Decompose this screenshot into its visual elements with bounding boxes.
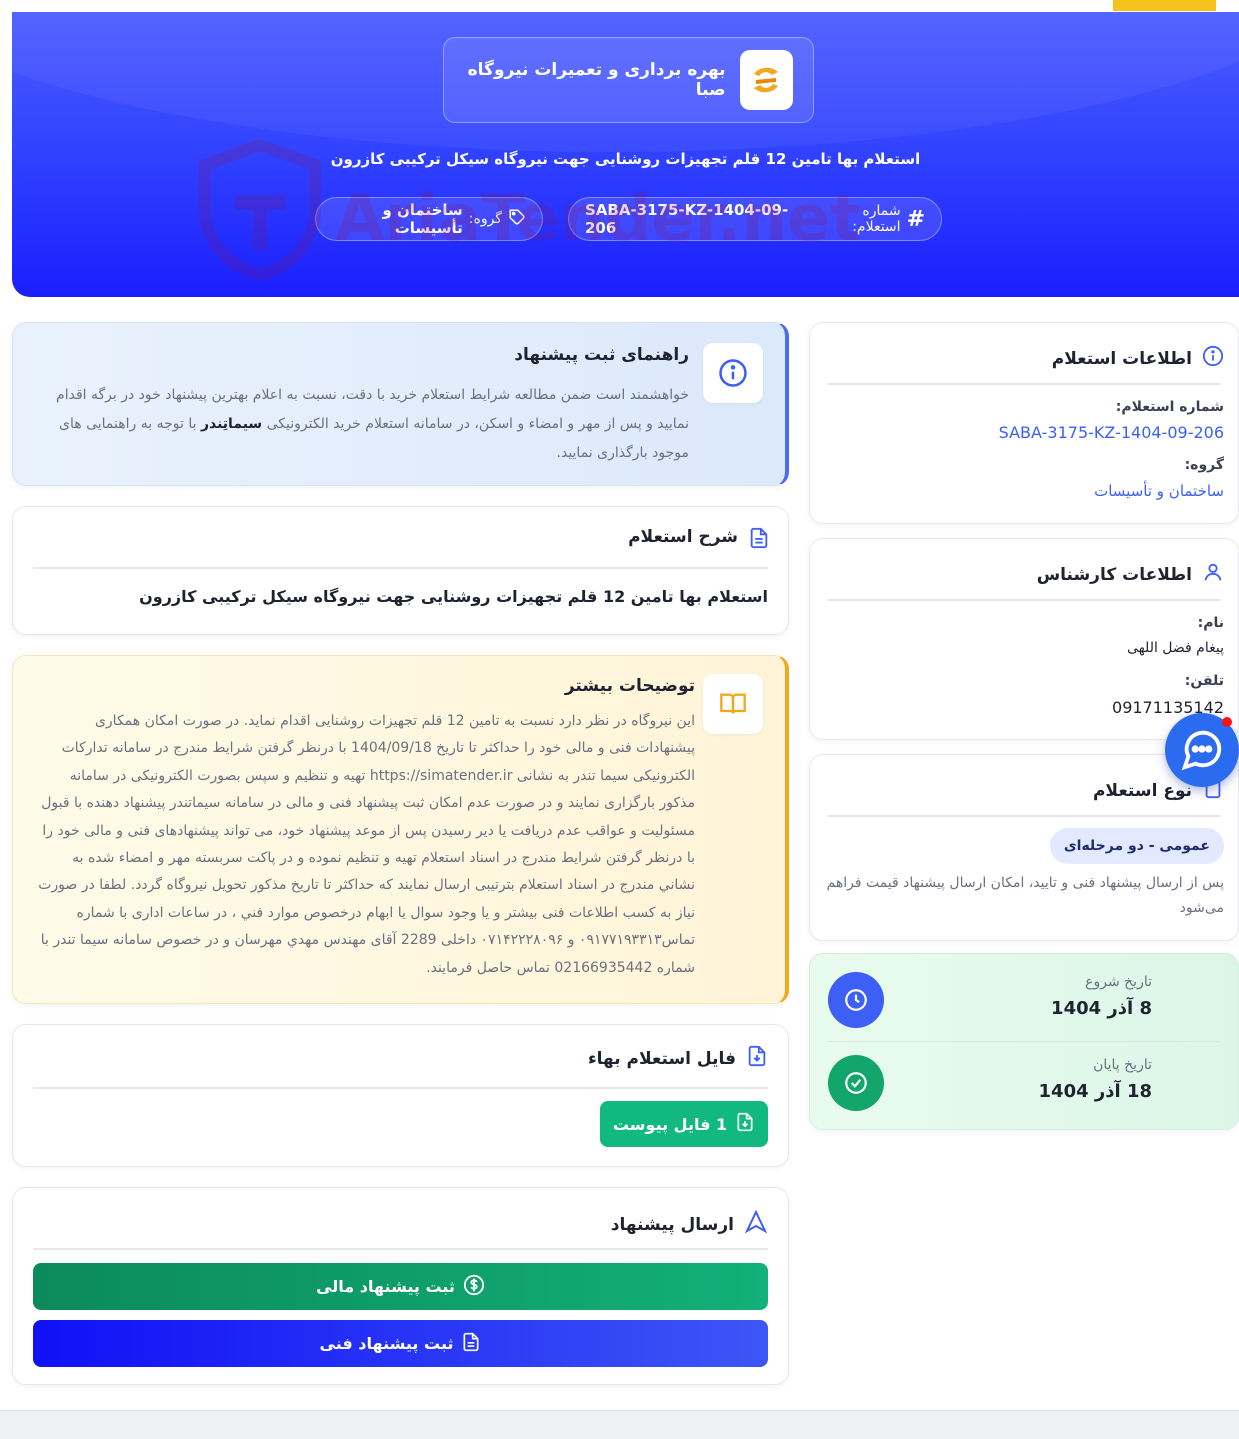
send-title: ارسال پیشنهاد [611, 1209, 768, 1239]
brand-name: سیماتِندر [200, 416, 263, 432]
group-pill: گروه: ساختمان و تأسیسات [315, 197, 543, 241]
top-accent-bar [1113, 0, 1216, 11]
more-title: توضیحات بیشتر [564, 676, 695, 696]
group-label: گروه: [468, 211, 502, 227]
description-card: شرح استعلام استعلام بها تامین 12 قلم تجه… [12, 506, 789, 635]
footer-bar [0, 1410, 1239, 1439]
inquiry-info-card: اطلاعات استعلام شماره استعلام: SABA-3175… [809, 322, 1239, 524]
send-icon [744, 1209, 768, 1239]
end-date-value: 18 آذر 1404 [1038, 1081, 1152, 1102]
file-icon [735, 1112, 755, 1136]
start-date-row: تاریخ شروع 8 آذر 1404 [828, 972, 1220, 1042]
attachment-button[interactable]: 1 فایل پیوست [600, 1101, 768, 1147]
inquiry-number-label: شماره استعلام: [852, 203, 901, 235]
start-date-value: 8 آذر 1404 [1051, 998, 1152, 1019]
expert-name-label: نام: [1197, 615, 1224, 631]
more-details-card: توضیحات بیشتر این نیروگاه در نظر دارد نس… [12, 655, 789, 1004]
technical-offer-button[interactable]: ثبت پیشنهاد فنی [33, 1320, 768, 1367]
company-name: بهره برداری و تعمیرات نیروگاه صبا [467, 60, 726, 100]
chat-notification-dot [1222, 717, 1232, 727]
info-title: اطلاعات استعلام [1052, 345, 1224, 372]
group-value: ساختمان و تأسیسات [382, 201, 463, 237]
book-icon [703, 674, 763, 734]
info-icon [703, 343, 763, 403]
guide-title: راهنمای ثبت پیشنهاد [514, 345, 689, 365]
info-group-value[interactable]: ساختمان و تأسیسات [1094, 482, 1224, 500]
inquiry-number-value: SABA-3175-KZ-1404-09-206 [585, 201, 789, 237]
tag-icon [508, 208, 526, 230]
inquiry-type-card: نوع استعلام عمومی - دو مرحله‌ای پس از ار… [809, 754, 1239, 941]
expert-title: اطلاعات کارشناس [1037, 561, 1224, 588]
file-download-icon [746, 1045, 768, 1072]
financial-offer-button[interactable]: ثبت پیشنهاد مالی [33, 1263, 768, 1310]
expert-phone-label: تلفن: [1184, 673, 1224, 689]
dates-card: تاریخ شروع 8 آذر 1404 تاریخ پایان 18 آذر… [809, 953, 1239, 1130]
company-card[interactable]: بهره برداری و تعمیرات نیروگاه صبا [443, 37, 814, 123]
info-number-label: شماره استعلام: [1115, 399, 1224, 415]
dollar-icon [463, 1274, 485, 1300]
page-title: استعلام بها تامین 12 قلم تجهیزات روشنایی… [330, 150, 921, 168]
expert-name-value: پیغام فضل اللهی [1126, 640, 1224, 656]
guide-text: خواهشمند است ضمن مطالعه شرایط استعلام خر… [56, 387, 689, 461]
hero-banner: بهره برداری و تعمیرات نیروگاه صبا استعلا… [12, 12, 1239, 297]
company-logo [739, 50, 793, 110]
check-circle-icon [828, 1055, 884, 1111]
end-date-row: تاریخ پایان 18 آذر 1404 [828, 1055, 1220, 1125]
end-date-label: تاریخ پایان [1093, 1057, 1152, 1073]
more-text: این نیروگاه در نظر دارد نسبت به تامین 12… [38, 713, 695, 976]
start-date-label: تاریخ شروع [1085, 974, 1152, 990]
info-icon [1202, 345, 1224, 372]
info-number-value[interactable]: SABA-3175-KZ-1404-09-206 [999, 423, 1224, 442]
file-title: فایل استعلام بهاء [588, 1045, 768, 1072]
inquiry-type-note: پس از ارسال پیشنهاد فنی و تایید، امکان ا… [826, 875, 1225, 916]
hash-icon: # [906, 206, 925, 232]
expert-info-card: اطلاعات کارشناس نام: پیغام فضل اللهی تلف… [809, 538, 1239, 740]
file-card: فایل استعلام بهاء 1 فایل پیوست [12, 1024, 789, 1167]
description-title: شرح استعلام [628, 527, 768, 549]
user-icon [1202, 561, 1224, 588]
inquiry-type-badge: عمومی - دو مرحله‌ای [1049, 828, 1224, 864]
document-icon [748, 527, 770, 554]
send-offer-card: ارسال پیشنهاد ثبت پیشنهاد مالی ثبت پیشنه… [12, 1187, 789, 1385]
info-group-label: گروه: [1184, 457, 1224, 473]
inquiry-number-pill: # شماره استعلام: SABA-3175-KZ-1404-09-20… [568, 197, 942, 241]
document-icon [461, 1332, 481, 1356]
clock-icon [828, 972, 884, 1028]
description-text: استعلام بها تامین 12 قلم تجهیزات روشنایی… [139, 587, 768, 606]
guide-card: راهنمای ثبت پیشنهاد خواهشمند است ضمن مطا… [12, 322, 789, 486]
